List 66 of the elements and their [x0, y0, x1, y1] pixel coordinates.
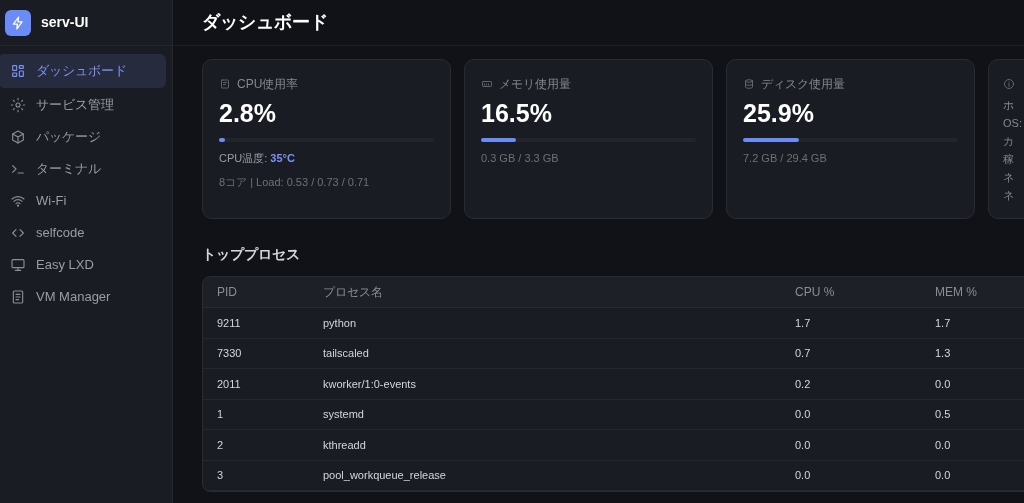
- sidebar-item[interactable]: VM Manager: [0, 281, 166, 313]
- info-text: 稼: [1003, 152, 1014, 166]
- wifi-icon: [10, 193, 26, 209]
- info-text: ネ: [1003, 170, 1014, 184]
- table-cell-text: systemd: [323, 407, 365, 422]
- sidebar-item[interactable]: selfcode: [0, 217, 166, 249]
- sidebar-item[interactable]: ターミナル: [0, 153, 166, 185]
- info-text: カ: [1003, 134, 1014, 148]
- column-header: プロセス名: [323, 284, 384, 301]
- sidebar-item[interactable]: パッケージ: [0, 121, 166, 153]
- temperature-text: CPU温度: 35°C: [219, 151, 295, 166]
- table-cell-text: 3: [216, 468, 225, 483]
- column-header: MEM %: [935, 284, 978, 301]
- card-title: ディスク使用量: [761, 76, 845, 93]
- table-cell-text: 0.0: [795, 407, 812, 422]
- database-icon: [743, 78, 755, 90]
- section-title: トッププロセス: [202, 245, 301, 264]
- column-header: CPU %: [795, 284, 836, 301]
- table-cell-text: python: [323, 315, 358, 331]
- table-cell-text: 1: [216, 407, 225, 422]
- sidebar-item[interactable]: ダッシュボード: [0, 54, 166, 88]
- table-cell-text: 2011: [216, 376, 242, 392]
- table-cell-text: 0.0: [935, 376, 952, 392]
- table-cell-text: tailscaled: [323, 346, 370, 361]
- table-cell-text: 0.0: [795, 468, 812, 483]
- info-icon: [1003, 78, 1015, 90]
- column-header: PID: [216, 284, 238, 301]
- detail-text: 7.2 GB / 29.4 GB: [743, 151, 827, 166]
- table-cell-text: 0.5: [935, 407, 952, 422]
- memory-icon: [481, 78, 493, 90]
- table-cell-text: 0.7: [795, 346, 812, 361]
- logo-icon: [5, 9, 31, 36]
- card-title: CPU使用率: [237, 76, 299, 93]
- info-text: ネ: [1003, 188, 1014, 202]
- table-cell-text: 0.0: [935, 468, 952, 483]
- gear-icon: [10, 97, 26, 113]
- stat-value: 2.8%: [219, 98, 276, 129]
- app-name: serv-UI: [41, 13, 89, 32]
- monitor-icon: [10, 257, 26, 273]
- grid-icon: [10, 63, 26, 79]
- detail-text: 0.3 GB / 3.3 GB: [481, 151, 559, 166]
- table-cell-text: kworker/1:0-events: [323, 376, 417, 392]
- stat-value: 25.9%: [743, 98, 814, 129]
- table-cell-text: 0.0: [795, 437, 812, 453]
- sidebar-item[interactable]: サービス管理: [0, 89, 166, 121]
- stat-value: 16.5%: [481, 98, 552, 129]
- sidebar-item[interactable]: Easy LXD: [0, 249, 166, 281]
- cube-icon: [10, 129, 26, 145]
- chip-icon: [219, 78, 231, 90]
- table-cell-text: pool_workqueue_release: [323, 468, 447, 483]
- info-text: OS:: [1003, 116, 1022, 130]
- table-cell-text: kthreadd: [323, 437, 367, 453]
- card-title: メモリ使用量: [499, 76, 571, 93]
- table-cell-text: 1.3: [935, 346, 952, 361]
- table-cell-text: 9211: [216, 315, 242, 331]
- table-cell-text: 7330: [216, 346, 243, 361]
- page-title: ダッシュボード: [202, 11, 328, 34]
- info-text: ホ: [1003, 98, 1014, 112]
- table-cell-text: 0.2: [795, 376, 812, 392]
- sidebar-item[interactable]: Wi-Fi: [0, 185, 166, 217]
- table-cell-text: 1.7: [935, 315, 952, 331]
- table-cell-text: 0.0: [935, 437, 952, 453]
- table-cell-text: 2: [216, 437, 225, 453]
- document-icon: [10, 289, 26, 305]
- table-cell-text: 1.7: [795, 315, 812, 331]
- detail-text: 8コア | Load: 0.53 / 0.73 / 0.71: [219, 174, 370, 190]
